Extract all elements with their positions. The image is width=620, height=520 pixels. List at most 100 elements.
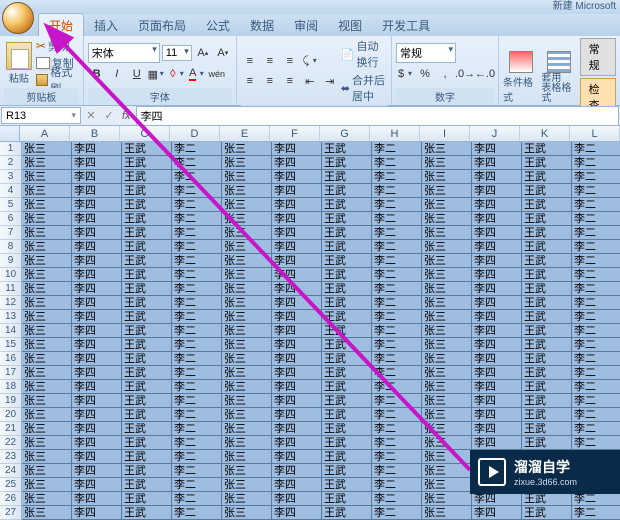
col-header[interactable]: E xyxy=(220,126,270,141)
cell[interactable]: 张三 xyxy=(22,464,72,478)
cell[interactable]: 李四 xyxy=(72,366,122,380)
number-format-combo[interactable]: 常规 xyxy=(396,43,456,63)
cell[interactable]: 李四 xyxy=(72,352,122,366)
cell[interactable]: 李四 xyxy=(72,408,122,422)
cell[interactable]: 李二 xyxy=(572,310,620,324)
cell[interactable]: 王武 xyxy=(322,170,372,184)
cell[interactable]: 李四 xyxy=(272,226,322,240)
cell[interactable]: 王武 xyxy=(322,464,372,478)
cell[interactable]: 李四 xyxy=(72,422,122,436)
cell[interactable]: 张三 xyxy=(222,254,272,268)
cell[interactable]: 王武 xyxy=(322,254,372,268)
cell[interactable]: 王武 xyxy=(122,212,172,226)
cell[interactable]: 张三 xyxy=(222,492,272,506)
row-header[interactable]: 7 xyxy=(0,226,22,240)
cell[interactable]: 王武 xyxy=(322,352,372,366)
cell[interactable]: 李四 xyxy=(472,240,522,254)
cell[interactable]: 李二 xyxy=(172,366,222,380)
cell[interactable]: 王武 xyxy=(122,324,172,338)
cell[interactable]: 李四 xyxy=(72,212,122,226)
cell[interactable]: 李四 xyxy=(272,296,322,310)
cell[interactable]: 张三 xyxy=(222,296,272,310)
cell[interactable]: 王武 xyxy=(122,198,172,212)
cell[interactable]: 李四 xyxy=(472,338,522,352)
col-header[interactable]: F xyxy=(270,126,320,141)
cell[interactable]: 王武 xyxy=(122,268,172,282)
cell[interactable]: 张三 xyxy=(422,422,472,436)
cell[interactable]: 李二 xyxy=(372,394,422,408)
cell[interactable]: 王武 xyxy=(322,156,372,170)
cell[interactable]: 李二 xyxy=(172,142,222,156)
col-header[interactable]: H xyxy=(370,126,420,141)
italic-button[interactable]: I xyxy=(108,65,126,83)
cell[interactable]: 张三 xyxy=(422,310,472,324)
cell[interactable]: 李二 xyxy=(572,254,620,268)
cell[interactable]: 张三 xyxy=(222,394,272,408)
cell[interactable]: 王武 xyxy=(122,464,172,478)
cell[interactable]: 王武 xyxy=(322,478,372,492)
cell[interactable]: 李四 xyxy=(272,352,322,366)
cell[interactable]: 李四 xyxy=(272,198,322,212)
row-header[interactable]: 12 xyxy=(0,296,22,310)
tab-6[interactable]: 视图 xyxy=(328,14,372,36)
cell[interactable]: 张三 xyxy=(22,282,72,296)
cell[interactable]: 张三 xyxy=(222,506,272,520)
border-button[interactable]: ▦ xyxy=(148,65,166,83)
cell[interactable]: 李二 xyxy=(172,268,222,282)
cell[interactable]: 王武 xyxy=(322,394,372,408)
row-header[interactable]: 11 xyxy=(0,282,22,296)
cell[interactable]: 王武 xyxy=(522,296,572,310)
cell[interactable]: 李二 xyxy=(172,170,222,184)
cell[interactable]: 张三 xyxy=(22,296,72,310)
cell[interactable]: 张三 xyxy=(222,436,272,450)
cell[interactable]: 张三 xyxy=(422,198,472,212)
row-header[interactable]: 15 xyxy=(0,338,22,352)
cell[interactable]: 王武 xyxy=(322,506,372,520)
cell[interactable]: 李四 xyxy=(272,184,322,198)
cell[interactable]: 张三 xyxy=(422,240,472,254)
cell[interactable]: 王武 xyxy=(322,282,372,296)
cell[interactable]: 张三 xyxy=(22,156,72,170)
cell[interactable]: 王武 xyxy=(122,240,172,254)
comma-button[interactable]: , xyxy=(436,65,454,83)
cell[interactable]: 李二 xyxy=(372,296,422,310)
cell[interactable]: 李二 xyxy=(372,436,422,450)
cell[interactable]: 张三 xyxy=(422,170,472,184)
cell[interactable]: 李二 xyxy=(572,324,620,338)
cell[interactable]: 李四 xyxy=(272,282,322,296)
cell[interactable]: 王武 xyxy=(522,142,572,156)
row-header[interactable]: 17 xyxy=(0,366,22,380)
cell[interactable]: 李二 xyxy=(572,352,620,366)
cell[interactable]: 李二 xyxy=(172,408,222,422)
cell[interactable]: 李四 xyxy=(72,184,122,198)
tab-4[interactable]: 数据 xyxy=(240,14,284,36)
cell[interactable]: 张三 xyxy=(422,366,472,380)
inc-decimal-button[interactable]: .0→ xyxy=(456,65,474,83)
cell[interactable]: 李四 xyxy=(72,310,122,324)
cell[interactable]: 李四 xyxy=(472,296,522,310)
fx-icon[interactable]: fx xyxy=(118,110,135,122)
row-header[interactable]: 22 xyxy=(0,436,22,450)
row-header[interactable]: 9 xyxy=(0,254,22,268)
cell[interactable]: 王武 xyxy=(122,408,172,422)
cell[interactable]: 张三 xyxy=(422,380,472,394)
cell[interactable]: 李四 xyxy=(272,436,322,450)
align-middle-button[interactable]: ≡ xyxy=(261,52,279,70)
row-header[interactable]: 21 xyxy=(0,422,22,436)
cell[interactable]: 张三 xyxy=(222,282,272,296)
cell[interactable]: 张三 xyxy=(22,506,72,520)
row-header[interactable]: 5 xyxy=(0,198,22,212)
tab-7[interactable]: 开发工具 xyxy=(372,14,440,36)
cell[interactable]: 李二 xyxy=(172,282,222,296)
cell[interactable]: 王武 xyxy=(522,436,572,450)
align-left-button[interactable]: ≡ xyxy=(241,72,259,90)
cell[interactable]: 王武 xyxy=(522,156,572,170)
cell[interactable]: 王武 xyxy=(122,184,172,198)
col-header[interactable]: J xyxy=(470,126,520,141)
merge-center-button[interactable]: ⬌合并后居中 xyxy=(341,72,387,104)
cell[interactable]: 李四 xyxy=(72,478,122,492)
cell[interactable]: 李二 xyxy=(372,492,422,506)
cell[interactable]: 张三 xyxy=(422,226,472,240)
cell[interactable]: 李四 xyxy=(72,226,122,240)
cell[interactable]: 李二 xyxy=(572,506,620,520)
